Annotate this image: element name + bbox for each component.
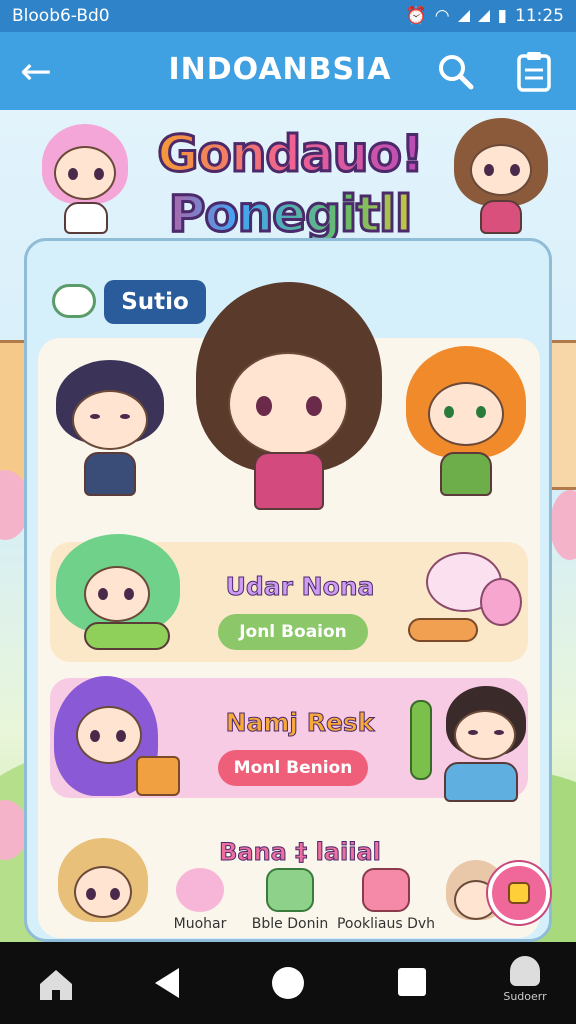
logo-line-2: Ponegitll: [130, 184, 450, 245]
character-dark-hair-girl[interactable]: [50, 360, 170, 500]
game-logo: Gondauo! Ponegitll: [130, 124, 450, 245]
wifi-icon: ◠: [434, 6, 450, 26]
flower-bush: [550, 490, 576, 560]
character-dark-girl-flowers: [408, 680, 528, 804]
cat-mascot: [404, 538, 524, 650]
bag-icon: [362, 868, 410, 912]
card-title: Namj Resk: [225, 708, 375, 738]
character-brown-girl: [452, 118, 550, 236]
back-arrow-icon[interactable]: ←: [20, 50, 62, 92]
section-3-title: Bana ‡ laiial: [219, 838, 382, 867]
character-blonde-girl: [58, 838, 148, 942]
nav-home-circle-icon[interactable]: [272, 967, 304, 999]
pet-icon: [176, 868, 224, 912]
mini-item-label: Bble Donin: [251, 916, 329, 932]
join-button[interactable]: Jonl Boaion: [218, 614, 368, 650]
gift-button[interactable]: [488, 862, 550, 924]
character-green-girl: [56, 534, 180, 654]
gift-icon: [508, 882, 530, 904]
card-title: Udar Nona: [225, 572, 375, 602]
battery-icon: ▮: [497, 6, 507, 26]
status-icons: ⏰ ◠ ▮ 11:25: [406, 6, 564, 26]
alarm-icon: ⏰: [405, 6, 427, 26]
home-icon[interactable]: [36, 964, 76, 1004]
map-icon: [266, 868, 314, 912]
mini-item-pet[interactable]: Muohar: [150, 868, 250, 932]
mini-item-label: Pookliaus Dvh: [336, 916, 436, 932]
mini-item-bag[interactable]: Pookliaus Dvh: [336, 868, 436, 932]
join-button[interactable]: Monl Benion: [218, 750, 368, 786]
nav-back-icon[interactable]: [155, 968, 179, 998]
status-bar: Bloob6-Bd0 ⏰ ◠ ▮ 11:25: [0, 0, 576, 32]
navigation-bar: Sudoerr: [0, 942, 576, 1024]
character-orange-girl[interactable]: [404, 346, 528, 500]
app-bar: ← INDOANBSIA: [0, 32, 576, 110]
status-time: 11:25: [515, 6, 564, 26]
character-purple-girl: [54, 676, 182, 804]
user-icon: [510, 956, 540, 986]
app-title: INDOANBSIA: [168, 52, 392, 87]
logo-line-1: Gondauo!: [130, 124, 450, 185]
search-icon[interactable]: [436, 52, 474, 90]
section-label[interactable]: Sutio: [104, 280, 206, 324]
status-left-text: Bloob6-Bd0: [12, 6, 110, 26]
character-main-girl[interactable]: [194, 282, 384, 530]
nav-user-label: Sudoerr: [503, 990, 547, 1003]
mini-item-map[interactable]: Bble Donin: [240, 868, 340, 932]
house-right: [548, 340, 576, 490]
clipboard-icon[interactable]: [516, 50, 552, 92]
cloud-icon: [52, 284, 96, 318]
nav-user[interactable]: Sudoerr: [490, 956, 560, 1003]
character-pink-girl: [38, 124, 132, 236]
signal-icon: [457, 10, 470, 22]
nav-recents-icon[interactable]: [398, 968, 426, 996]
mini-item-label: Muohar: [173, 916, 227, 932]
signal-icon-2: [477, 10, 490, 22]
